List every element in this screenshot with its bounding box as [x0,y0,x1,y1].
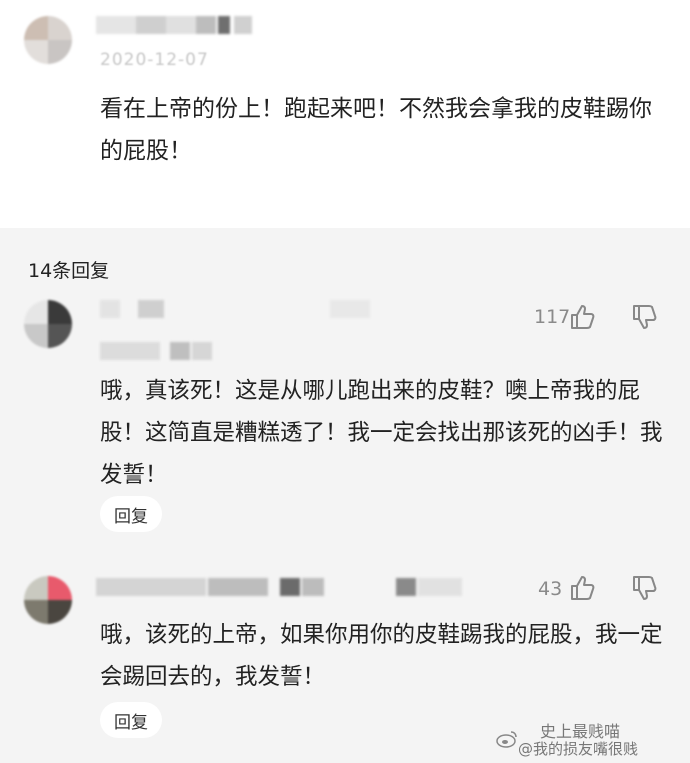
username[interactable] [96,16,256,34]
watermark: 史上最贱喵 @我的损友嘴很贱 [490,718,680,760]
user-meta [100,342,230,360]
reply-button[interactable]: 回复 [100,496,162,532]
avatar[interactable] [24,576,72,624]
thumbs-down-icon[interactable] [630,574,658,602]
username[interactable] [96,578,476,596]
comment-date: 2020-12-07 [100,50,209,70]
thumbs-up-icon[interactable] [568,574,596,602]
watermark-line2: @我的损友嘴很贱 [518,740,639,758]
avatar[interactable] [24,300,72,348]
thumbs-down-icon[interactable] [630,303,658,331]
reply-button[interactable]: 回复 [100,702,162,738]
thumbs-up-icon[interactable] [568,303,596,331]
reply-count-header: 14条回复 [28,260,110,282]
comment-text: 看在上帝的份上！跑起来吧！不然我会拿我的皮鞋踢你的屁股！ [100,96,652,164]
original-comment: 2020-12-07 看在上帝的份上！跑起来吧！不然我会拿我的皮鞋踢你的屁股！ [0,0,690,228]
username[interactable] [100,300,390,318]
like-count: 43 [538,578,563,600]
reply-text: 哦，真该死！这是从哪儿跑出来的皮鞋？噢上帝我的屁股！这简直是糟糕透了！我一定会找… [100,378,663,488]
avatar[interactable] [24,16,72,64]
weibo-logo-icon [496,731,517,748]
reply-text: 哦，该死的上帝，如果你用你的皮鞋踢我的屁股，我一定会踢回去的，我发誓！ [100,622,663,690]
like-count: 117 [534,306,571,328]
